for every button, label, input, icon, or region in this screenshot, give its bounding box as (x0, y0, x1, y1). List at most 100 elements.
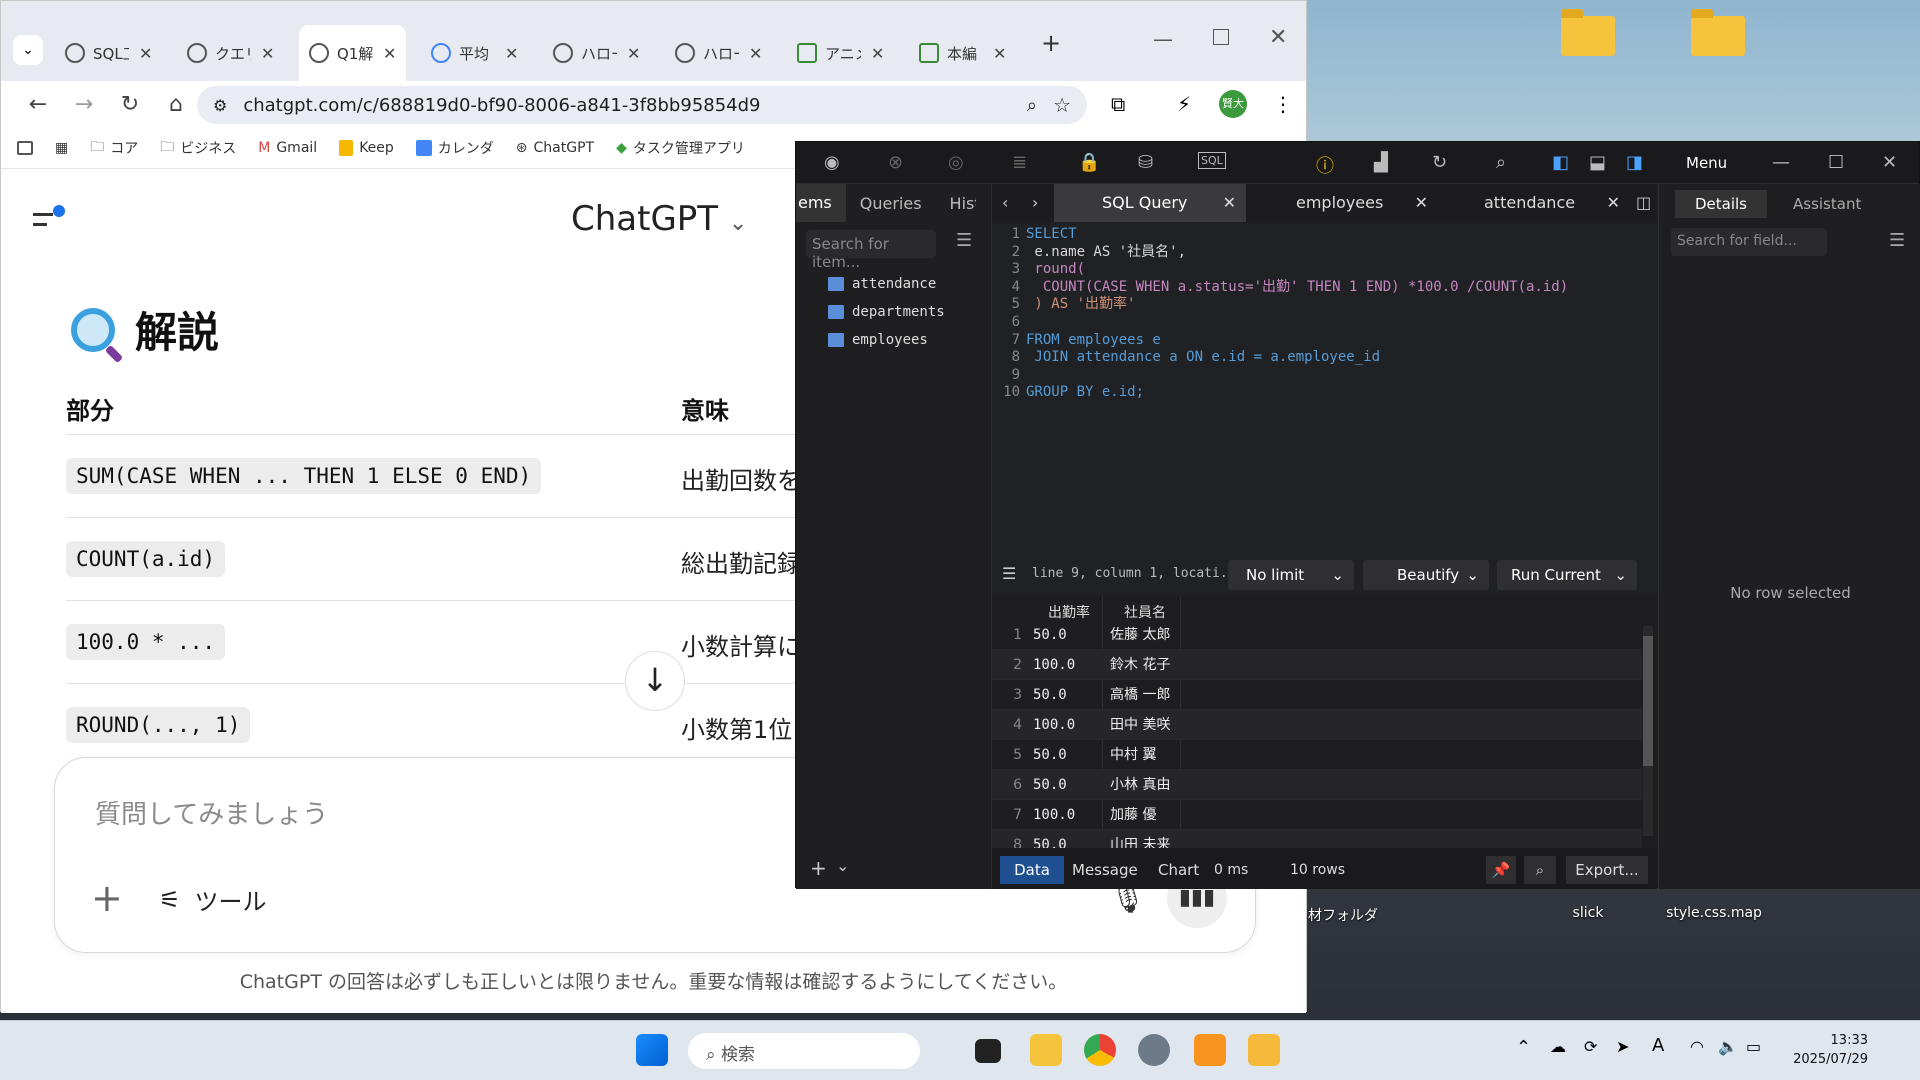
bookmark-star-icon[interactable]: ☆ (1053, 93, 1071, 117)
tab-sql-query[interactable]: SQL Query ✕ (1054, 184, 1246, 222)
model-selector[interactable]: ChatGPT ⌄ (571, 199, 747, 239)
browser-tab[interactable]: 平均 ✕ (421, 25, 528, 81)
table-row[interactable]: 8 50.0 山田 未来 (992, 830, 1642, 848)
tab-assistant[interactable]: Assistant (1793, 190, 1861, 218)
chevron-up-icon[interactable]: ⌃ (1516, 1037, 1531, 1058)
home-button[interactable]: ⌂ (153, 92, 199, 117)
filter-icon[interactable]: ☰ (956, 230, 972, 251)
apps-grid-icon[interactable]: ▦ (55, 140, 68, 156)
new-tab-button[interactable]: + (1041, 29, 1061, 57)
table-item-departments[interactable]: departments (828, 304, 945, 320)
connection-icon[interactable]: ◉ (824, 152, 840, 173)
settings-sliders-icon[interactable]: ☰ (1002, 564, 1016, 583)
profile-avatar[interactable]: 賢大 (1219, 90, 1247, 118)
performance-icon[interactable]: ⚡ (1177, 92, 1191, 116)
browser-tab[interactable]: SQL工 ✕ (55, 25, 162, 81)
bookmark-item[interactable]: カレンダ (415, 138, 494, 158)
browser-tab[interactable]: クエリ ✕ (177, 25, 284, 81)
bookmark-item[interactable]: ◆ タスク管理アプリ (616, 138, 745, 158)
desktop-folder[interactable] (1540, 9, 1636, 62)
close-icon[interactable]: ✕ (1415, 184, 1428, 222)
desktop-folder[interactable] (1670, 9, 1766, 62)
results-scrollbar[interactable] (1643, 626, 1653, 836)
close-icon[interactable]: ✕ (261, 44, 274, 63)
reload-button[interactable]: ↻ (107, 92, 153, 117)
windows-start-icon[interactable] (636, 1034, 668, 1066)
close-window-button[interactable]: ✕ (1269, 25, 1287, 50)
limit-dropdown[interactable]: No limit ⌄ (1228, 560, 1354, 590)
tab-data[interactable]: Data (1000, 856, 1064, 884)
app-icon[interactable] (1194, 1034, 1226, 1066)
table-item-attendance[interactable]: attendance (828, 276, 936, 292)
sql-file-icon[interactable]: SQL (1198, 152, 1226, 169)
maximize-button[interactable] (1213, 29, 1229, 45)
chevron-left-icon[interactable]: ‹ (1002, 184, 1008, 222)
browser-tab[interactable]: ハロー ✕ (665, 25, 772, 81)
bookmark-item[interactable]: ⊛ ChatGPT (516, 140, 594, 156)
tab-history[interactable]: Histo (936, 194, 976, 213)
chrome-menu-icon[interactable]: ⋮ (1273, 92, 1293, 116)
tab-employees[interactable]: employees ✕ (1246, 184, 1438, 222)
bookmark-item[interactable]: Keep (339, 139, 394, 156)
chrome-icon[interactable] (1084, 1034, 1116, 1066)
bookmark-item[interactable]: 🗀 コア (90, 136, 138, 160)
bottom-panel-toggle-icon[interactable]: ⬓ (1589, 152, 1606, 173)
menu-button[interactable]: Menu (1686, 154, 1727, 172)
browser-tab[interactable]: 本編 ✕ (909, 25, 1016, 81)
item-search-input[interactable]: Search for item... (806, 230, 936, 271)
wifi-icon[interactable]: ◠ (1690, 1037, 1704, 1056)
run-current-button[interactable]: Run Current ⌄ (1497, 560, 1637, 590)
sql-editor[interactable]: 1 SELECT 2 e.name AS '社員名', 3 round( 4 CO… (992, 222, 1657, 552)
scrollbar-thumb[interactable] (1643, 636, 1653, 766)
tab-message[interactable]: Message (1072, 856, 1138, 884)
column-header-name[interactable]: 社員名 (1124, 602, 1166, 622)
system-clock[interactable]: 13:33 2025/07/29 (1793, 1031, 1868, 1069)
minimize-button[interactable]: — (1153, 27, 1173, 51)
cloud-icon[interactable]: ☁ (1550, 1037, 1566, 1056)
minimize-button[interactable]: — (1772, 152, 1790, 173)
export-button[interactable]: Export... (1566, 856, 1648, 884)
close-icon[interactable]: ✕ (993, 44, 1006, 63)
tools-button[interactable]: ⚟ ツール (159, 882, 267, 917)
back-button[interactable]: ← (15, 92, 61, 117)
list-icon[interactable]: ≣ (1012, 152, 1027, 173)
send-icon[interactable]: ➤ (1616, 1037, 1629, 1056)
chart-icon[interactable]: ▟ (1374, 152, 1388, 173)
right-panel-toggle-icon[interactable]: ◨ (1626, 152, 1643, 173)
forward-button[interactable]: → (61, 92, 107, 117)
left-panel-toggle-icon[interactable]: ◧ (1552, 152, 1569, 173)
address-bar[interactable]: ⚙ chatgpt.com/c/688819d0-bf90-8006-a841-… (197, 86, 1087, 124)
extensions-icon[interactable]: ⧉ (1111, 92, 1125, 116)
desktop-icon-css-map[interactable]: style.css.map (1666, 905, 1762, 921)
close-icon[interactable]: ✕ (749, 44, 762, 63)
add-icon[interactable]: + (810, 856, 827, 880)
tab-details[interactable]: Details (1675, 190, 1767, 218)
browser-tab[interactable]: ハロー ✕ (543, 25, 650, 81)
table-item-employees[interactable]: employees (828, 332, 928, 348)
close-icon[interactable]: ✕ (505, 44, 518, 63)
tab-list-icon[interactable] (17, 140, 33, 155)
chevron-down-icon[interactable]: ⌄ (836, 856, 849, 875)
search-icon[interactable]: ⌕ (1496, 152, 1506, 173)
column-header-rate[interactable]: 出勤率 (1048, 602, 1090, 622)
task-view-icon[interactable] (975, 1039, 1001, 1063)
site-info-icon[interactable]: ⚙ (213, 96, 227, 115)
sql-app-taskbar-icon[interactable] (1248, 1034, 1280, 1066)
tab-items[interactable]: ems (796, 184, 846, 222)
tab-chart[interactable]: Chart (1158, 856, 1199, 884)
chevron-right-icon[interactable]: › (1032, 184, 1038, 222)
file-explorer-icon[interactable] (1030, 1034, 1062, 1066)
table-row[interactable]: 3 50.0 高橋 一郎 (992, 680, 1642, 710)
table-row[interactable]: 4 100.0 田中 美咲 (992, 710, 1642, 740)
close-icon[interactable]: ✕ (139, 44, 152, 63)
close-icon[interactable]: ✕ (1223, 184, 1236, 222)
split-view-icon[interactable]: ◫ (1636, 184, 1651, 222)
sidebar-toggle-icon[interactable] (33, 199, 73, 229)
preview-eye-icon[interactable]: ◎ (948, 152, 964, 173)
zoom-icon[interactable]: ⌕ (1027, 95, 1037, 116)
table-row[interactable]: 5 50.0 中村 翼 (992, 740, 1642, 770)
tab-attendance[interactable]: attendance ✕ (1438, 184, 1630, 222)
maximize-button[interactable]: ☐ (1828, 152, 1844, 173)
scroll-down-button[interactable]: ↓ (625, 651, 685, 711)
info-icon[interactable]: ⓘ (1316, 152, 1334, 178)
